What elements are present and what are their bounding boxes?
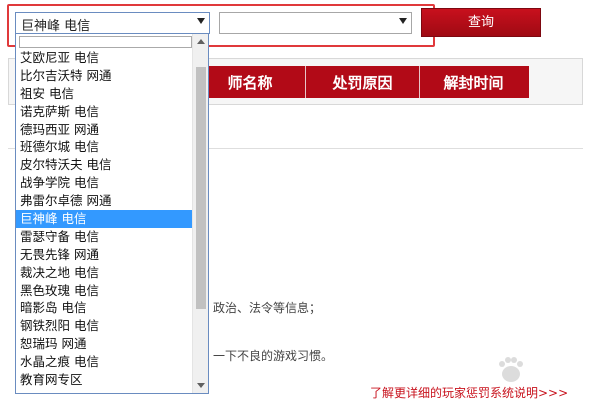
area-select[interactable]	[219, 12, 412, 34]
scroll-down-arrow-icon[interactable]	[197, 383, 205, 388]
dropdown-option[interactable]: 恕瑞玛 网通	[16, 335, 192, 353]
dropdown-option[interactable]: 钢铁烈阳 电信	[16, 317, 192, 335]
dropdown-scrollbar[interactable]	[192, 34, 208, 393]
server-select-value: 巨神峰 电信	[21, 19, 91, 34]
dropdown-option[interactable]: 艾欧尼亚 电信	[16, 49, 192, 67]
dropdown-option[interactable]: 水晶之痕 电信	[16, 353, 192, 371]
dropdown-option[interactable]: 雷瑟守备 电信	[16, 228, 192, 246]
table-header-cell: 处罚原因	[305, 66, 419, 98]
dropdown-option[interactable]: 诺克萨斯 电信	[16, 103, 192, 121]
punishment-info-link[interactable]: 了解更详细的玩家惩罚系统说明>>>	[370, 384, 568, 401]
dropdown-option[interactable]: 祖安 电信	[16, 85, 192, 103]
policy-text: 政治、法令等信息；	[213, 301, 322, 315]
dropdown-option[interactable]: 裁决之地 电信	[16, 264, 192, 282]
dropdown-option[interactable]: 教育网专区	[16, 371, 192, 389]
dropdown-option[interactable]: 暗影岛 电信	[16, 299, 192, 317]
dropdown-search-input[interactable]	[19, 36, 192, 48]
server-dropdown-list[interactable]: 艾欧尼亚 电信 比尔吉沃特 网通 祖安 电信 诺克萨斯 电信 德玛西亚 网通 班德尔城 电…	[15, 33, 209, 394]
dropdown-option[interactable]: 战争学院 电信	[16, 174, 192, 192]
dropdown-option[interactable]: 黑色玫瑰 电信	[16, 282, 192, 300]
search-button[interactable]: 查询	[421, 8, 541, 37]
dropdown-option[interactable]: 德玛西亚 网通	[16, 121, 192, 139]
dropdown-option[interactable]: 比尔吉沃特 网通	[16, 67, 192, 85]
dropdown-option[interactable]: 弗雷尔卓德 网通	[16, 192, 192, 210]
table-header: 师名称 处罚原因 解封时间	[195, 66, 529, 98]
dropdown-option[interactable]: 无畏先锋 网通	[16, 246, 192, 264]
server-select[interactable]: 巨神峰 电信	[15, 12, 210, 34]
scroll-up-arrow-icon[interactable]	[197, 39, 205, 44]
chevron-down-icon	[197, 18, 205, 24]
dropdown-option-selected[interactable]: 巨神峰 电信	[16, 210, 192, 228]
table-header-cell: 师名称	[227, 73, 273, 92]
table-header-cell: 解封时间	[419, 66, 527, 98]
dropdown-option[interactable]: 班德尔城 电信	[16, 138, 192, 156]
dropdown-options: 艾欧尼亚 电信 比尔吉沃特 网通 祖安 电信 诺克萨斯 电信 德玛西亚 网通 班德尔城 电…	[16, 49, 192, 389]
dropdown-option[interactable]: 皮尔特沃夫 电信	[16, 156, 192, 174]
habit-text: 一下不良的游戏习惯。	[213, 349, 334, 363]
chevron-down-icon	[399, 18, 407, 24]
scroll-thumb[interactable]	[196, 67, 206, 309]
